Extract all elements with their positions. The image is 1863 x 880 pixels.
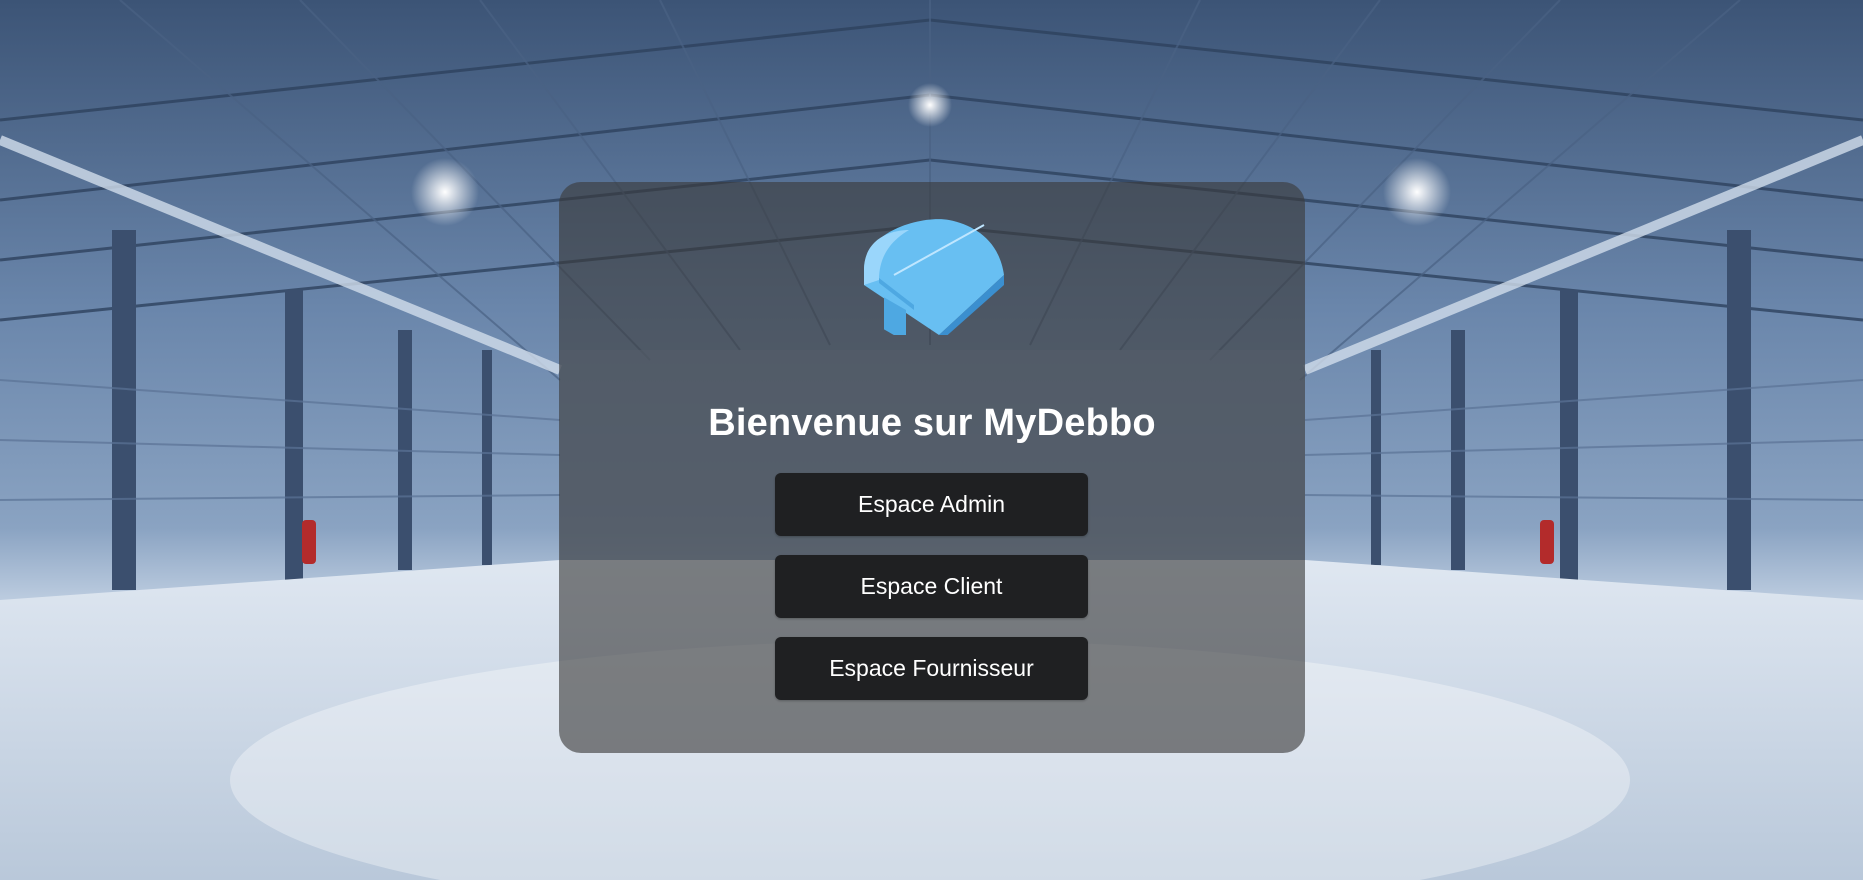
page-title: Bienvenue sur MyDebbo [708,402,1156,444]
welcome-panel: Bienvenue sur MyDebbo Espace Admin Espac… [559,182,1305,753]
client-space-button[interactable]: Espace Client [775,555,1088,618]
hangar-icon [854,210,1014,343]
supplier-space-button[interactable]: Espace Fournisseur [775,637,1088,700]
admin-space-button[interactable]: Espace Admin [775,473,1088,536]
